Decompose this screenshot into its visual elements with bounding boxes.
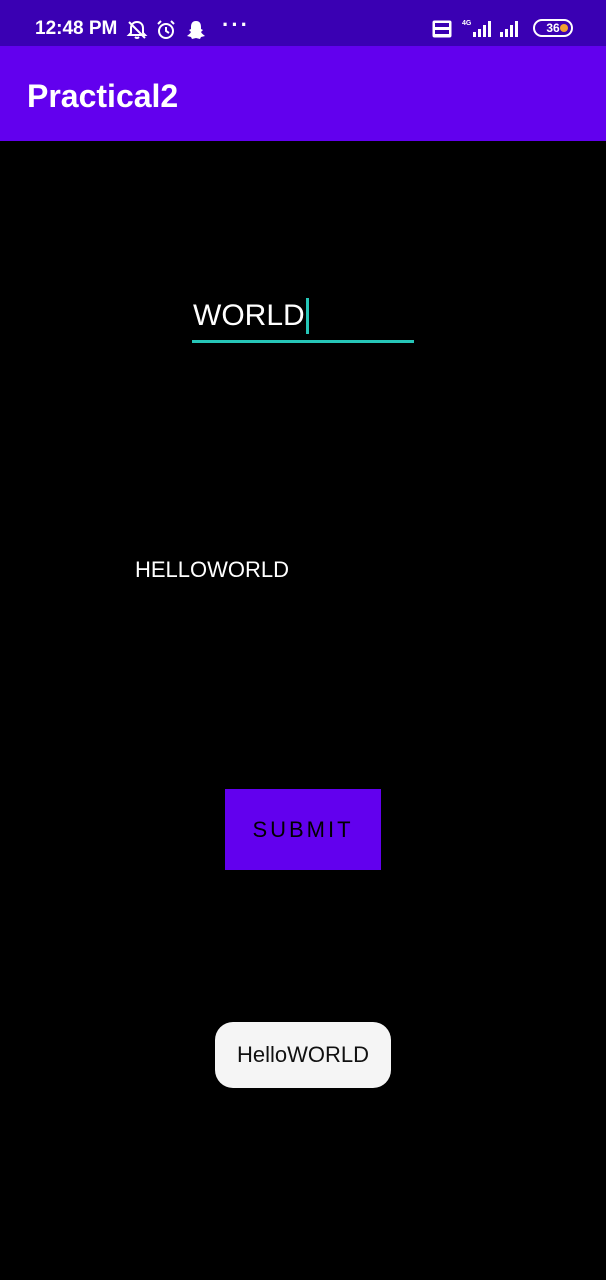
notifications-off-icon xyxy=(126,20,148,39)
status-time: 12:48 PM xyxy=(35,18,118,39)
more-icon: ··· xyxy=(222,12,250,37)
input-text: WORLD xyxy=(193,299,305,332)
snapchat-icon xyxy=(187,21,205,39)
charging-dot xyxy=(560,24,568,32)
battery-level: 36 xyxy=(546,21,560,35)
battery-icon: 36 xyxy=(533,19,573,37)
status-bar: 12:48 PM ··· 4G 36 xyxy=(0,0,606,46)
network-label: 4G xyxy=(462,20,472,27)
result-text: HELLOWORLD xyxy=(135,557,290,582)
app-title: Practical2 xyxy=(27,78,179,114)
app-bar: Practical2 xyxy=(0,46,606,141)
submit-button[interactable]: SUBMIT xyxy=(225,789,381,870)
toast-message: HelloWORLD xyxy=(215,1022,391,1088)
signal-icon xyxy=(500,21,518,37)
text-input[interactable]: WORLD xyxy=(192,292,414,344)
alarm-icon xyxy=(157,20,175,39)
signal-4g-icon: 4G xyxy=(462,20,491,37)
volte-icon xyxy=(432,20,452,38)
text-input-underline xyxy=(192,340,414,343)
text-cursor xyxy=(305,298,309,334)
text-input-value: WORLD xyxy=(193,298,309,334)
